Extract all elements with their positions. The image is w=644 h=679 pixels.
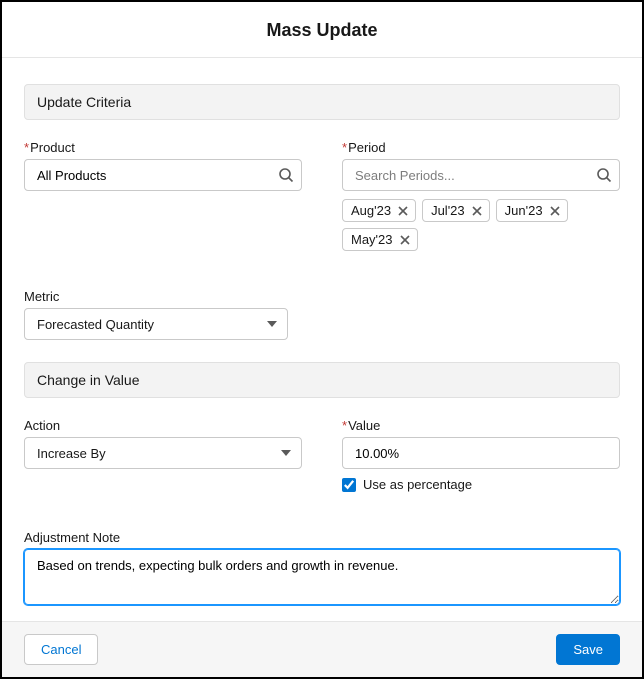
dialog-header: Mass Update [2, 2, 642, 58]
product-label: *Product [24, 140, 302, 155]
product-input[interactable] [24, 159, 302, 191]
adjustment-note-label: Adjustment Note [24, 530, 620, 545]
percentage-checkbox-label: Use as percentage [363, 477, 472, 492]
period-chip[interactable]: Jun'23 [496, 199, 568, 222]
cancel-button[interactable]: Cancel [24, 634, 98, 665]
value-label: *Value [342, 418, 620, 433]
adjustment-note-input[interactable] [24, 549, 620, 605]
section-update-criteria: Update Criteria [24, 84, 620, 120]
value-input[interactable] [342, 437, 620, 469]
close-icon[interactable] [470, 204, 484, 218]
close-icon[interactable] [396, 204, 410, 218]
period-chip[interactable]: Aug'23 [342, 199, 416, 222]
period-label: *Period [342, 140, 620, 155]
dialog-title: Mass Update [2, 20, 642, 41]
metric-select[interactable]: Forecasted Quantity [24, 308, 288, 340]
period-input[interactable] [342, 159, 620, 191]
period-chip[interactable]: Jul'23 [422, 199, 490, 222]
section-change-in-value: Change in Value [24, 362, 620, 398]
period-chip[interactable]: May'23 [342, 228, 418, 251]
action-label: Action [24, 418, 302, 433]
percentage-checkbox[interactable] [342, 478, 356, 492]
action-select[interactable]: Increase By [24, 437, 302, 469]
save-button[interactable]: Save [556, 634, 620, 665]
metric-label: Metric [24, 289, 620, 304]
close-icon[interactable] [398, 233, 412, 247]
dialog-content: Update Criteria *Product *Period Aug'23 … [2, 58, 642, 621]
close-icon[interactable] [548, 204, 562, 218]
period-chips: Aug'23 Jul'23 Jun'23 May'23 [342, 199, 620, 251]
dialog-footer: Cancel Save [2, 621, 642, 677]
